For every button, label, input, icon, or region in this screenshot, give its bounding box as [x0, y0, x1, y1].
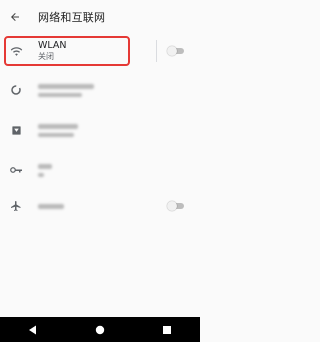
airplane-icon [6, 196, 26, 216]
home-icon [95, 325, 105, 334]
nav-home-button[interactable] [90, 320, 110, 340]
blurred-texts [38, 203, 64, 209]
vpn-key-icon [6, 160, 26, 180]
app-bar: 网络和互联网 [0, 0, 200, 34]
back-icon [29, 325, 37, 334]
blurred-texts [38, 163, 52, 177]
blurred-text [38, 123, 78, 129]
arrow-back-icon [11, 13, 19, 21]
vertical-divider [156, 40, 157, 62]
blurred-text [38, 83, 94, 89]
blurred-text [38, 172, 44, 177]
data-usage-icon [6, 80, 26, 100]
wlan-status: 关闭 [38, 52, 54, 61]
nav-back-button[interactable] [23, 320, 43, 340]
blurred-text [38, 92, 82, 97]
page-title: 网络和互联网 [38, 11, 106, 24]
toggle-thumb [167, 46, 177, 56]
nav-recents-button[interactable] [157, 320, 177, 340]
system-nav-bar [0, 317, 200, 342]
wlan-toggle[interactable] [167, 46, 185, 56]
blurred-text [38, 203, 64, 209]
blurred-texts [38, 83, 94, 97]
vpn-item[interactable] [0, 153, 200, 187]
wifi-icon [6, 41, 26, 61]
blurred-text [38, 132, 74, 137]
blurred-texts [38, 123, 78, 137]
wlan-texts: WLAN 关闭 [38, 40, 67, 62]
airplane-toggle[interactable] [167, 201, 185, 211]
sim-item[interactable] [0, 113, 200, 147]
back-button[interactable] [0, 0, 30, 34]
data-usage-item[interactable] [0, 73, 200, 107]
toggle-thumb [167, 201, 177, 211]
recents-icon [162, 325, 171, 334]
blurred-text [38, 163, 52, 169]
sim-card-icon [6, 120, 26, 140]
wlan-label: WLAN [38, 40, 67, 51]
